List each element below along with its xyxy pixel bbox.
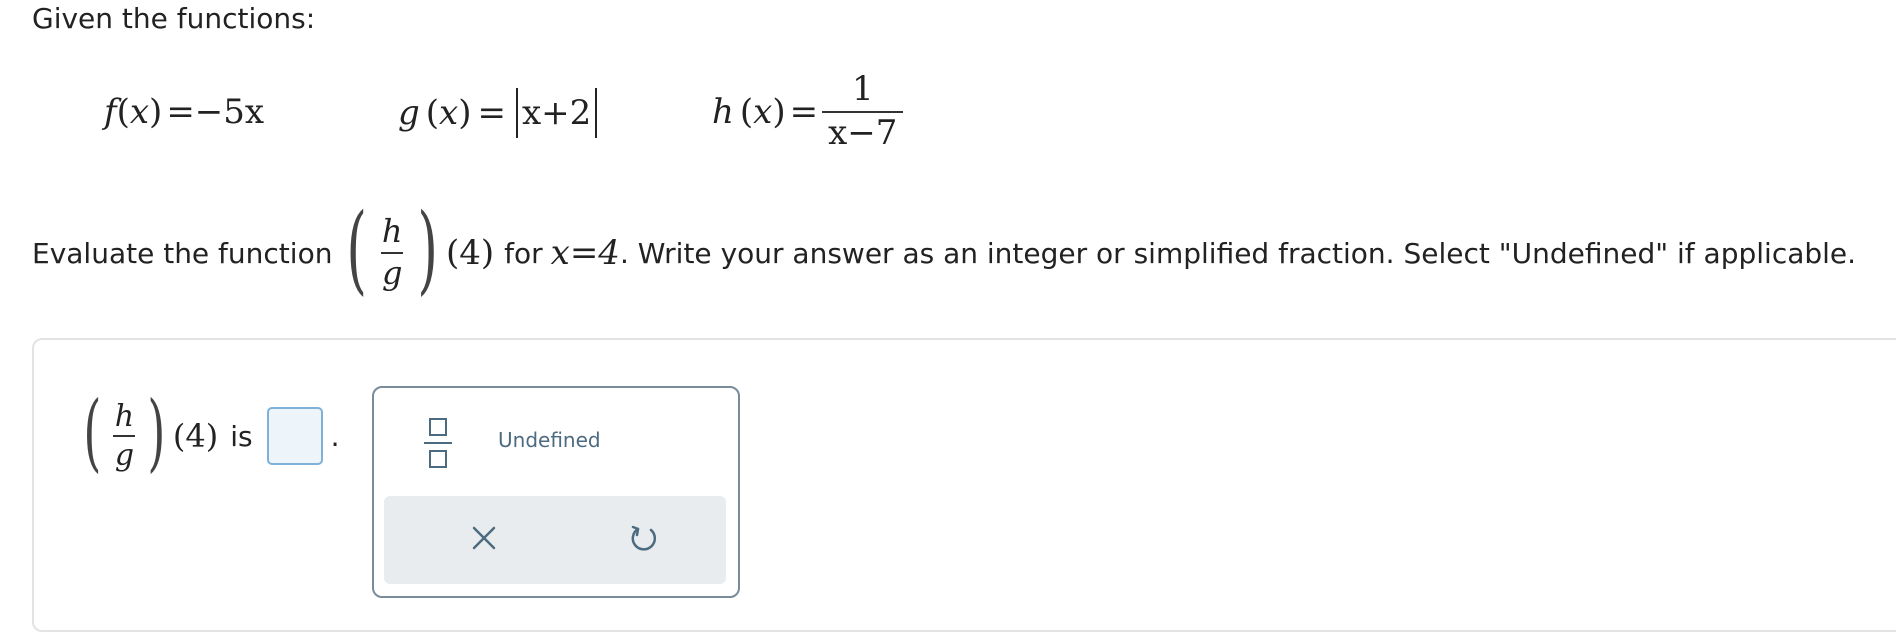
intro-text: Given the functions:: [32, 2, 316, 35]
function-h-name: h: [712, 91, 734, 132]
clear-button[interactable]: [464, 518, 504, 558]
function-g-inner: x+2: [521, 93, 592, 133]
question-prompt: Evaluate the function ( h g ) (4) for x=…: [32, 198, 1856, 308]
undo-button[interactable]: [624, 518, 664, 558]
abs-bar-left: [515, 88, 518, 138]
tool-footer: [384, 496, 726, 584]
close-icon: [472, 526, 496, 550]
function-g: g (x) = x+2: [398, 88, 601, 138]
function-f: f (x) =−5x: [104, 92, 264, 132]
answer-row: ( h g ) (4) is .: [76, 383, 340, 486]
function-h-fraction: 1 x−7: [822, 69, 904, 153]
answer-fraction: h g: [109, 398, 140, 473]
prompt-frac-den: g: [381, 254, 403, 292]
fraction-icon-bottom: [429, 450, 447, 468]
function-h-numerator: 1: [851, 69, 874, 109]
prompt-open-paren: (: [346, 193, 368, 305]
function-h-equals: =: [789, 91, 819, 132]
function-g-equals: =: [477, 93, 506, 133]
function-g-name: g: [398, 93, 420, 133]
fraction-button[interactable]: [420, 414, 456, 472]
answer-period: .: [330, 419, 340, 453]
function-f-var: x: [129, 92, 150, 132]
answer-open-paren: (: [83, 383, 102, 481]
prompt-fraction: h g: [376, 215, 409, 290]
answer-frac-den: g: [114, 438, 135, 473]
fraction-icon-bar: [424, 442, 452, 444]
prompt-after: . Write your answer as an integer or sim…: [619, 236, 1857, 270]
prompt-close-paren: ): [416, 193, 438, 305]
function-g-open-paren: (: [425, 93, 440, 133]
answer-close-paren: ): [147, 383, 166, 481]
prompt-condition: x=4: [550, 233, 620, 273]
answer-input[interactable]: [266, 407, 323, 465]
function-f-expression: =−5x: [166, 92, 265, 132]
prompt-for-word: for: [504, 236, 543, 270]
answer-is-word: is: [230, 419, 253, 453]
function-h: h (x) = 1 x−7: [712, 69, 904, 153]
function-f-open-paren: (: [116, 92, 130, 132]
math-tool-popup: Undefined: [372, 386, 740, 598]
function-h-open-paren: (: [739, 91, 754, 132]
answer-frac-num: h: [114, 398, 135, 434]
fraction-icon-top: [429, 418, 447, 436]
function-f-close-paren: ): [149, 92, 163, 132]
function-g-var: x: [439, 93, 459, 133]
prompt-frac-num: h: [381, 212, 403, 251]
answer-arg: (4): [172, 417, 219, 455]
undo-icon: [631, 525, 657, 551]
abs-bar-right: [595, 88, 598, 138]
function-h-var: x: [753, 91, 773, 132]
fraction-bar: [113, 435, 136, 437]
function-f-name: f: [104, 92, 117, 132]
function-h-denominator: x−7: [828, 112, 898, 153]
undefined-button[interactable]: Undefined: [498, 428, 601, 452]
function-g-close-paren: ): [458, 93, 472, 133]
prompt-arg: (4): [445, 233, 495, 273]
function-h-close-paren: ): [772, 91, 786, 132]
prompt-before: Evaluate the function: [32, 236, 333, 270]
